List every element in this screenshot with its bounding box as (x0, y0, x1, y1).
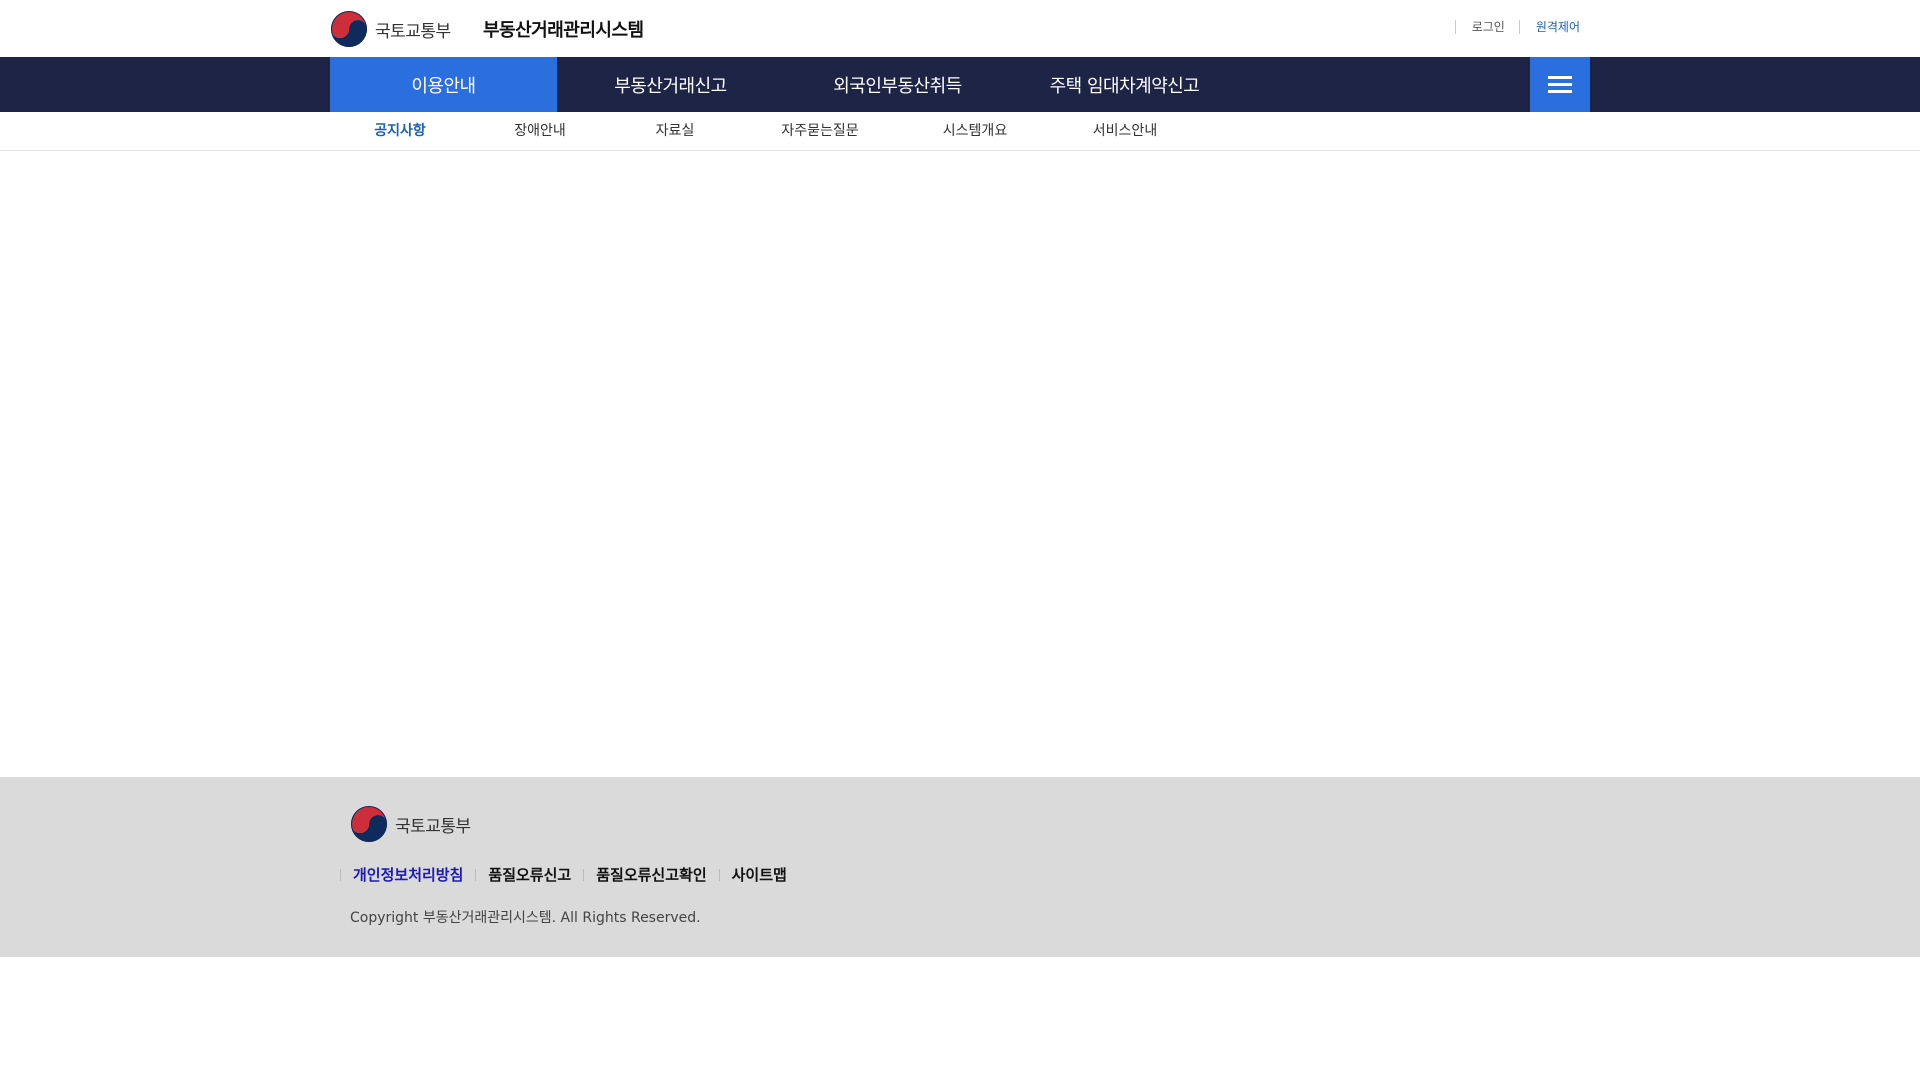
copyright: Copyright 부동산거래관리시스템. All Rights Reserve… (350, 910, 701, 926)
utility-menu: 로그인 원격제어 (1441, 20, 1580, 34)
remote-control-link[interactable]: 원격제어 (1518, 20, 1580, 34)
site-footer: 국토교통부 개인정보처리방침 품질오류신고 품질오류신고확인 사이트맵 Copy… (0, 777, 1920, 957)
footer-ministry-name: 국토교통부 (395, 816, 471, 837)
sub-item-resources[interactable]: 자료실 (656, 112, 695, 150)
sub-item-faq[interactable]: 자주묻는질문 (781, 112, 858, 150)
hamburger-icon[interactable] (1530, 57, 1590, 112)
sub-item-system-overview[interactable]: 시스템개요 (943, 112, 1007, 150)
site-header: 국토교통부 부동산거래관리시스템 로그인 원격제어 (0, 0, 1920, 57)
privacy-policy-link[interactable]: 개인정보처리방침 (340, 868, 463, 883)
taeguk-emblem-icon (331, 11, 367, 47)
login-link[interactable]: 로그인 (1454, 20, 1505, 34)
footer-links: 개인정보처리방침 품질오류신고 품질오류신고확인 사이트맵 (340, 868, 799, 883)
sub-item-outage-info[interactable]: 장애안내 (514, 112, 566, 150)
taeguk-emblem-icon (351, 806, 387, 842)
sitemap-link[interactable]: 사이트맵 (718, 868, 787, 883)
ministry-name: 국토교통부 (375, 21, 451, 42)
main-navigation: 이용안내 부동산거래신고 외국인부동산취득 주택 임대차계약신고 (0, 57, 1920, 112)
quality-error-check-link[interactable]: 품질오류신고확인 (583, 868, 707, 883)
system-title[interactable]: 부동산거래관리시스템 (483, 16, 644, 42)
sub-item-notices[interactable]: 공지사항 (374, 112, 426, 150)
sub-item-service-guide[interactable]: 서비스안내 (1093, 112, 1157, 150)
gnb-item-usage-guide[interactable]: 이용안내 (330, 57, 557, 112)
gnb-item-lease-report[interactable]: 주택 임대차계약신고 (1011, 57, 1238, 112)
ministry-logo[interactable]: 국토교통부 (330, 10, 451, 48)
gnb-item-real-estate-report[interactable]: 부동산거래신고 (557, 57, 784, 112)
footer-logo: 국토교통부 (350, 805, 471, 843)
quality-error-report-link[interactable]: 품질오류신고 (475, 868, 571, 883)
sub-navigation: 공지사항 장애안내 자료실 자주묻는질문 시스템개요 서비스안내 (0, 112, 1920, 151)
gnb-item-foreigner-acquisition[interactable]: 외국인부동산취득 (784, 57, 1011, 112)
